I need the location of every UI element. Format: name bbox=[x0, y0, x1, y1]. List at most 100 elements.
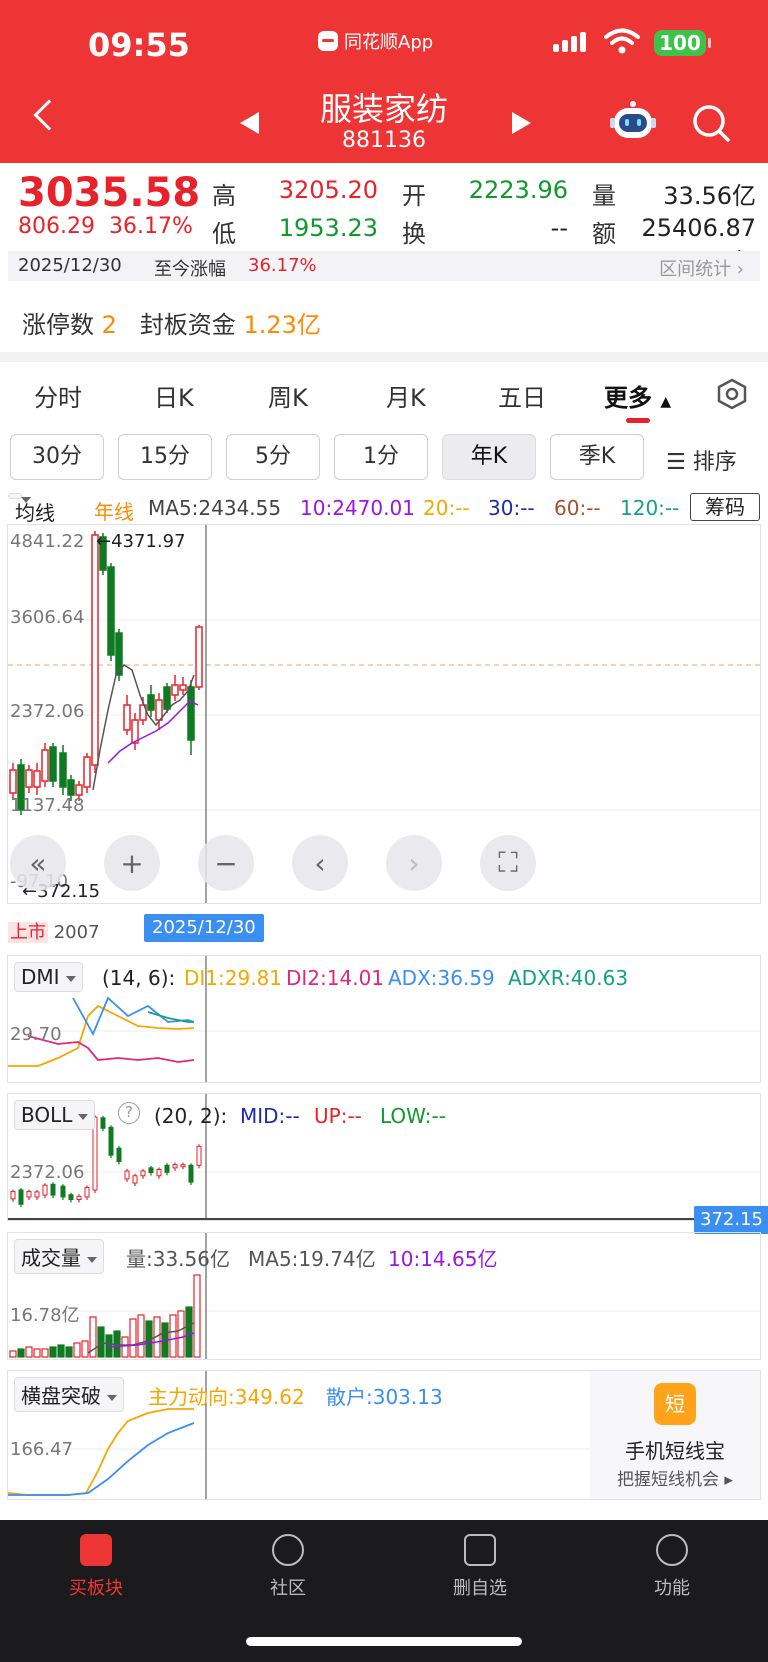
volume-bar bbox=[129, 1318, 137, 1358]
volume-bar bbox=[49, 1346, 57, 1358]
tab-intraday[interactable]: 分时 bbox=[34, 378, 82, 413]
breakout-panel[interactable]: 横盘突破 主力动向:349.62 散户:303.13 166.47 短 手机短线… bbox=[7, 1370, 761, 1500]
boll-candle bbox=[156, 1168, 162, 1177]
ma5-value: MA5:2434.55 bbox=[148, 496, 282, 520]
volume-bar bbox=[9, 1350, 17, 1358]
caret-down-icon bbox=[78, 1113, 89, 1120]
price-right-tag: 372.15 bbox=[694, 1206, 768, 1234]
period-yearly-button[interactable]: 年K bbox=[442, 434, 536, 480]
boll-low: LOW:-- bbox=[380, 1104, 446, 1128]
zoom-out-button[interactable]: − bbox=[198, 835, 254, 891]
y-label-max: 4841.22 bbox=[10, 531, 85, 552]
dmi-panel[interactable]: DMI (14, 6): DI1:29.81 DI2:14.01 ADX:36.… bbox=[7, 955, 761, 1083]
tab-weekly-k[interactable]: 周K bbox=[268, 378, 308, 413]
period-1min-button[interactable]: 1分 bbox=[334, 434, 428, 480]
scroll-left-button[interactable]: ‹ bbox=[292, 835, 348, 891]
boll-candle bbox=[18, 1189, 24, 1205]
boll-candle bbox=[26, 1191, 32, 1198]
kline-candle bbox=[49, 746, 57, 782]
tab-more[interactable]: 更多 ▲ bbox=[604, 378, 671, 413]
boll-candle bbox=[188, 1164, 194, 1183]
help-icon[interactable]: ? bbox=[118, 1102, 140, 1124]
tab-daily-k[interactable]: 日K bbox=[154, 378, 194, 413]
limit-fund-label: 封板资金 bbox=[139, 311, 236, 339]
dmi-selector[interactable]: DMI bbox=[14, 962, 83, 992]
volume-y-label: 16.78亿 bbox=[10, 1305, 80, 1326]
kline-chart[interactable]: 4841.22 3606.64 2372.06 1137.48 -97.10 ←… bbox=[7, 524, 761, 904]
rewind-button[interactable]: « bbox=[10, 835, 66, 891]
settings-hex-icon[interactable] bbox=[716, 378, 748, 410]
limit-fund-value: 1.23亿 bbox=[243, 311, 321, 339]
ma120-value: 120:-- bbox=[620, 496, 680, 520]
period-30min-button[interactable]: 30分 bbox=[10, 434, 104, 480]
nav-community[interactable]: 社区 bbox=[238, 1534, 338, 1600]
home-indicator bbox=[246, 1637, 522, 1646]
dmi-di1: DI1:29.81 bbox=[184, 966, 283, 990]
boll-selector-label: BOLL bbox=[21, 1103, 73, 1127]
period-quarterly-button[interactable]: 季K bbox=[550, 434, 644, 480]
kline-candle bbox=[179, 684, 187, 691]
range-stat-link[interactable]: 区间统计 › bbox=[659, 255, 744, 281]
volume-bar bbox=[25, 1346, 33, 1358]
volume-svg bbox=[8, 1233, 760, 1359]
period-5min-button[interactable]: 5分 bbox=[226, 434, 320, 480]
volume-bar bbox=[97, 1326, 105, 1358]
high-value: 3205.20 bbox=[278, 176, 378, 204]
chip-distribution-button[interactable]: 筹码 bbox=[690, 493, 760, 521]
boll-candle bbox=[196, 1145, 202, 1166]
nav-functions[interactable]: 功能 bbox=[622, 1534, 722, 1600]
divider bbox=[0, 352, 768, 362]
ma-selector[interactable]: 均线 bbox=[8, 493, 55, 525]
scroll-right-button[interactable]: › bbox=[386, 835, 442, 891]
volume-selector[interactable]: 成交量 bbox=[14, 1239, 104, 1274]
listing-info: 上市 2007 bbox=[8, 918, 100, 944]
sort-button[interactable]: ☰ 排序 bbox=[666, 444, 737, 476]
nav-remove-watchlist[interactable]: 删自选 bbox=[430, 1534, 530, 1600]
limit-count-label: 涨停数 bbox=[22, 311, 94, 339]
boll-candle bbox=[100, 1117, 106, 1129]
prev-stock-button[interactable] bbox=[240, 112, 259, 134]
fullscreen-button[interactable]: ⛶ bbox=[480, 835, 536, 891]
range-gain-label: 至今涨幅 bbox=[154, 259, 226, 280]
volume-bar bbox=[177, 1310, 185, 1358]
volume-panel[interactable]: 成交量 量:33.56亿 MA5:19.74亿 10:14.65亿 16.78亿 bbox=[7, 1232, 761, 1360]
boll-params: (20, 2): bbox=[154, 1104, 228, 1128]
ma-legend: 均线 年线 MA5:2434.55 10:2470.01 20:-- 30:--… bbox=[8, 493, 760, 525]
volume-bar bbox=[33, 1348, 41, 1358]
tab-five-day[interactable]: 五日 bbox=[498, 378, 546, 413]
zoom-in-button[interactable]: + bbox=[104, 835, 160, 891]
boll-selector[interactable]: BOLL bbox=[14, 1100, 96, 1130]
breakout-selector[interactable]: 横盘突破 bbox=[14, 1377, 124, 1412]
next-stock-button[interactable] bbox=[512, 112, 531, 134]
change-pct: 36.17% bbox=[108, 214, 193, 239]
boll-candle bbox=[132, 1175, 138, 1184]
period-15min-button[interactable]: 15分 bbox=[118, 434, 212, 480]
range-stat-bar[interactable]: 2025/12/30 至今涨幅 36.17% 区间统计 › bbox=[8, 251, 760, 281]
volume-bar bbox=[193, 1274, 201, 1358]
kline-candle bbox=[163, 686, 171, 710]
tab-monthly-k[interactable]: 月K bbox=[386, 378, 426, 413]
promo-card[interactable]: 短 手机短线宝 把握短线机会 ▸ bbox=[590, 1371, 760, 1499]
kline-candle bbox=[9, 769, 17, 794]
ma5-line bbox=[92, 664, 195, 791]
boll-mid: MID:-- bbox=[240, 1104, 300, 1128]
breakout-selector-label: 横盘突破 bbox=[21, 1384, 101, 1408]
search-icon[interactable] bbox=[692, 104, 732, 144]
low-value: 1953.23 bbox=[278, 214, 378, 242]
back-button[interactable] bbox=[33, 99, 65, 131]
open-label: 开 bbox=[402, 182, 426, 210]
kline-candle bbox=[195, 626, 203, 688]
limit-count-value: 2 bbox=[101, 311, 117, 339]
kline-candle bbox=[155, 699, 163, 721]
caret-up-icon: ▲ bbox=[660, 394, 672, 410]
community-star-icon bbox=[272, 1534, 304, 1566]
menu-circle-icon bbox=[656, 1534, 688, 1566]
nav-buy-sector[interactable]: 买板块 bbox=[46, 1534, 146, 1600]
boll-panel[interactable]: BOLL ? (20, 2): MID:-- UP:-- LOW:-- 2372… bbox=[7, 1093, 761, 1221]
ai-robot-icon[interactable] bbox=[608, 100, 658, 142]
volume-selector-label: 成交量 bbox=[21, 1246, 81, 1270]
price-change: 806.29 36.17% bbox=[18, 214, 193, 239]
boll-candle bbox=[60, 1185, 66, 1198]
header-bar: 09:55 同花顺App 100 服装家纺 881136 bbox=[0, 0, 768, 163]
boll-candle bbox=[10, 1191, 16, 1200]
